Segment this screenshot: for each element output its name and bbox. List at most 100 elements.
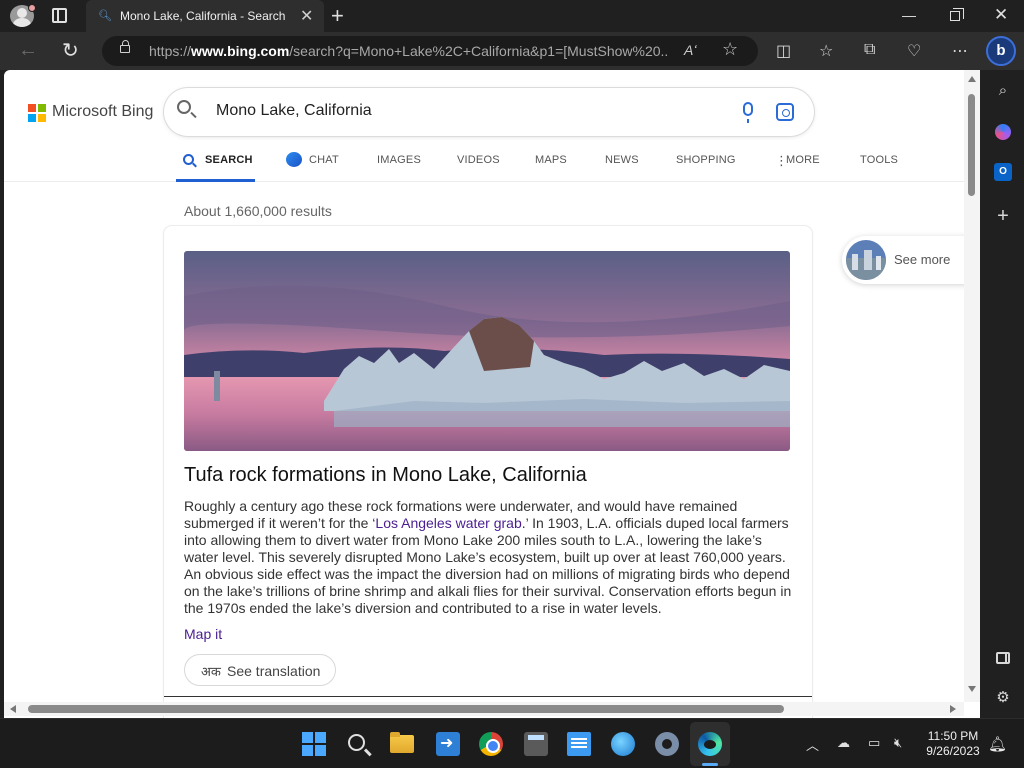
url-path: /search?q=Mono+Lake%2C+California&p1=[Mu…: [289, 43, 669, 59]
scroll-down-icon[interactable]: [968, 686, 976, 692]
los-angeles-water-grab-link[interactable]: Los Angeles water grab: [375, 515, 521, 531]
favorites-icon[interactable]: ☆: [819, 41, 833, 61]
bing-copilot-icon[interactable]: b: [986, 36, 1016, 66]
transfer-app-icon[interactable]: [436, 732, 460, 756]
search-box[interactable]: Mono Lake, California: [164, 88, 814, 136]
sidebar-settings-gear-icon[interactable]: ⚙: [993, 688, 1013, 708]
scroll-right-icon[interactable]: [950, 705, 956, 713]
volume-muted-icon[interactable]: 🔇︎: [894, 735, 902, 751]
browser-essentials-icon[interactable]: ♡: [907, 41, 921, 61]
sidebar-outlook-icon[interactable]: O: [994, 163, 1012, 181]
translate-icon: अक: [201, 664, 221, 679]
calculator-icon[interactable]: [524, 732, 548, 756]
favorite-star-icon[interactable]: ☆: [722, 39, 738, 60]
address-bar[interactable]: https://www.bing.com/search?q=Mono+Lake%…: [102, 36, 758, 66]
card-divider: [164, 696, 812, 697]
network-icon[interactable]: ▭: [868, 735, 880, 751]
tab-chat[interactable]: CHAT: [309, 154, 339, 166]
see-translation-label: See translation: [227, 663, 321, 679]
tab-news[interactable]: NEWS: [605, 154, 639, 166]
file-explorer-icon[interactable]: [390, 732, 414, 753]
collections-icon[interactable]: ⧉: [864, 41, 875, 59]
scroll-up-icon[interactable]: [968, 76, 976, 82]
scope-tabs: SEARCH CHAT IMAGES VIDEOS MAPS NEWS SHOP…: [4, 140, 964, 182]
notification-bell-icon[interactable]: 🔔︎: [988, 735, 1007, 753]
back-arrow-icon[interactable]: ←: [18, 39, 38, 62]
bing-search-favicon-icon: 🔍︎: [98, 10, 112, 22]
search-input[interactable]: Mono Lake, California: [216, 102, 372, 120]
tab-tools[interactable]: TOOLS: [860, 154, 898, 166]
navigation-bar: ← ↻ https://www.bing.com/search?q=Mono+L…: [0, 32, 1024, 70]
visual-search-icon[interactable]: [776, 103, 794, 121]
hero-image[interactable]: [184, 251, 790, 451]
tab-more[interactable]: MORE: [786, 154, 820, 166]
logo-text: Microsoft Bing: [52, 103, 154, 120]
notepad-icon[interactable]: [567, 732, 591, 756]
scroll-left-icon[interactable]: [10, 705, 16, 713]
edge-sidebar: ⌕ O + ⚙: [982, 70, 1024, 718]
chrome-icon[interactable]: [479, 732, 503, 756]
title-bar: 🔍︎ Mono Lake, California - Search ✕ + — …: [0, 0, 1024, 32]
search-icon[interactable]: [177, 100, 191, 114]
tab-search[interactable]: SEARCH: [205, 154, 253, 166]
chat-icon: [286, 152, 302, 167]
tab-images[interactable]: IMAGES: [377, 154, 421, 166]
globe-app-icon[interactable]: [611, 732, 635, 756]
tab-actions-icon[interactable]: [52, 8, 67, 23]
horizontal-scrollbar[interactable]: [4, 702, 964, 716]
page-viewport: Microsoft Bing Mono Lake, California SEA…: [4, 70, 980, 718]
edge-browser-icon[interactable]: [698, 732, 722, 756]
tab-videos[interactable]: VIDEOS: [457, 154, 500, 166]
clock-time: 11:50 PM: [927, 729, 979, 743]
windows-taskbar: ︿ ☁ ▭ 🔇︎ 11:50 PM 9/26/2023 🔔︎: [0, 718, 1024, 768]
thumbnail-image: [846, 240, 886, 280]
vertical-scroll-thumb[interactable]: [968, 94, 975, 196]
refresh-icon[interactable]: ↻: [62, 38, 79, 63]
start-windows-icon[interactable]: [302, 732, 326, 756]
system-clock[interactable]: 11:50 PM 9/26/2023: [918, 729, 988, 759]
tab-title: Mono Lake, California - Search: [120, 9, 286, 23]
read-aloud-icon[interactable]: Aʻ: [684, 42, 696, 58]
sidebar-copilot-icon[interactable]: [995, 124, 1011, 140]
address-url[interactable]: https://www.bing.com/search?q=Mono+Lake%…: [149, 43, 669, 59]
vertical-scrollbar[interactable]: [964, 70, 980, 702]
image-of-day-card: Tufa rock formations in Mono Lake, Calif…: [164, 226, 812, 718]
tab-shopping[interactable]: SHOPPING: [676, 154, 736, 166]
new-tab-icon[interactable]: +: [331, 3, 344, 29]
active-tab-underline: [176, 179, 255, 182]
sidebar-hide-icon[interactable]: [996, 652, 1010, 664]
window-close-icon[interactable]: ✕: [994, 5, 1008, 25]
clock-date: 9/26/2023: [926, 744, 980, 758]
card-description: Roughly a century ago these rock formati…: [184, 498, 792, 617]
see-more-label: See more: [894, 252, 951, 267]
url-domain: www.bing.com: [191, 43, 290, 59]
map-it-link[interactable]: Map it: [184, 626, 222, 642]
tab-maps[interactable]: MAPS: [535, 154, 567, 166]
tray-chevron-up-icon[interactable]: ︿: [806, 735, 819, 754]
horizontal-scroll-thumb[interactable]: [28, 705, 784, 713]
tab-close-icon[interactable]: ✕: [300, 6, 313, 26]
see-more-thumbnail: [846, 240, 886, 280]
url-prefix: https://: [149, 43, 192, 59]
profile-status-dot: [28, 4, 36, 12]
onedrive-cloud-icon[interactable]: ☁: [837, 735, 850, 751]
settings-more-icon[interactable]: ⋯: [952, 41, 968, 61]
browser-tab-active[interactable]: 🔍︎ Mono Lake, California - Search ✕: [86, 0, 324, 32]
microsoft-logo-icon: [28, 104, 46, 122]
window-restore-icon[interactable]: [950, 8, 964, 21]
taskbar-search-icon[interactable]: [348, 734, 365, 751]
settings-gear-icon[interactable]: [655, 732, 679, 756]
sidebar-add-icon[interactable]: +: [993, 206, 1013, 226]
active-app-indicator: [702, 763, 718, 766]
search-scope-icon: [183, 154, 194, 165]
see-translation-button[interactable]: अक See translation: [184, 654, 336, 686]
split-screen-icon[interactable]: ◫: [776, 41, 791, 61]
window-minimize-icon[interactable]: —: [902, 7, 916, 23]
card-title[interactable]: Tufa rock formations in Mono Lake, Calif…: [184, 464, 587, 487]
see-more-button[interactable]: See more: [842, 236, 972, 284]
sidebar-search-icon[interactable]: ⌕: [993, 81, 1013, 101]
lock-icon[interactable]: [120, 40, 130, 53]
microphone-icon[interactable]: [743, 102, 753, 123]
tufa-landscape-image: [184, 251, 790, 451]
result-count: About 1,660,000 results: [184, 203, 332, 219]
